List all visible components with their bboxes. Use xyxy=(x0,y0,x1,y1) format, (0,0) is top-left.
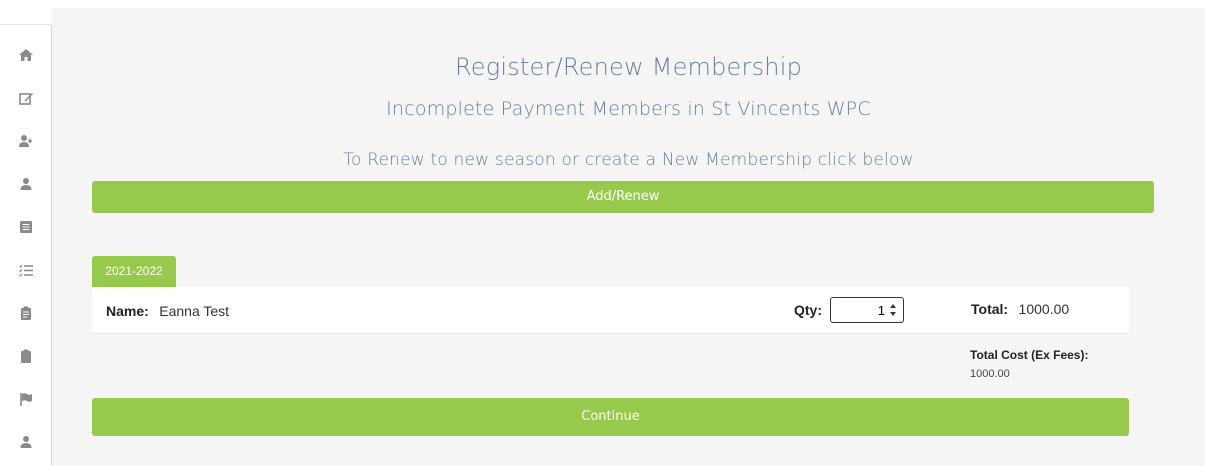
page-title: Register/Renew Membership xyxy=(455,53,802,81)
member-name: Eanna Test xyxy=(159,303,230,319)
clipboard-icon[interactable] xyxy=(18,305,34,321)
total-cost-summary: Total Cost (Ex Fees): 1000.00 xyxy=(970,348,1088,380)
continue-button[interactable]: Continue xyxy=(92,398,1129,436)
total-value: 1000.00 xyxy=(1018,301,1070,317)
profile-icon[interactable] xyxy=(18,434,34,450)
member-name-group: Name: Eanna Test xyxy=(106,303,229,321)
total-group: Total: 1000.00 xyxy=(971,301,1069,319)
edit-icon[interactable] xyxy=(18,90,34,106)
renew-instruction: To Renew to new season or create a New M… xyxy=(343,150,914,170)
total-cost-label: Total Cost (Ex Fees): xyxy=(970,348,1089,362)
quantity-value: 1 xyxy=(877,303,885,318)
spinner-arrows-icon[interactable] xyxy=(889,302,897,318)
sidebar xyxy=(0,24,52,466)
user-icon[interactable] xyxy=(18,176,34,192)
page-subtitle: Incomplete Payment Members in St Vincent… xyxy=(386,98,871,120)
total-cost-value: 1000.00 xyxy=(970,368,1010,380)
qty-label: Qty: xyxy=(794,302,822,318)
checklist-icon[interactable] xyxy=(18,262,34,278)
qty-group: Qty: 1 xyxy=(794,297,904,323)
main-panel: Register/Renew Membership Incomplete Pay… xyxy=(52,8,1205,466)
home-icon[interactable] xyxy=(18,47,34,63)
add-user-icon[interactable] xyxy=(18,133,34,149)
list-box-icon[interactable] xyxy=(18,219,34,235)
total-label: Total: xyxy=(971,301,1009,317)
flag-icon[interactable] xyxy=(18,391,34,407)
add-renew-button[interactable]: Add/Renew xyxy=(92,181,1154,213)
clipboard-alt-icon[interactable] xyxy=(18,348,34,364)
name-label: Name: xyxy=(106,303,149,319)
quantity-stepper[interactable]: 1 xyxy=(830,297,904,323)
member-row: Name: Eanna Test Qty: 1 Total: 1000.00 xyxy=(92,287,1129,334)
tab-season[interactable]: 2021-2022 xyxy=(92,256,176,287)
